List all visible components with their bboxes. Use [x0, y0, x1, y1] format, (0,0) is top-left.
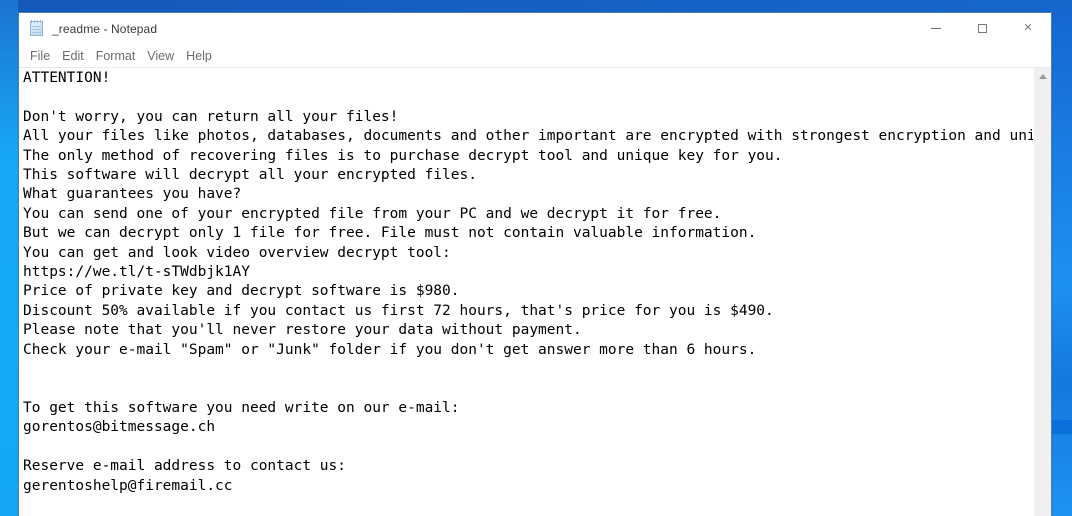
text-editor[interactable]: ATTENTION! Don't worry, you can return a…	[19, 68, 1033, 516]
notepad-icon	[28, 20, 45, 37]
title-bar-left: _readme - Notepad	[19, 20, 157, 37]
document-text: ATTENTION! Don't worry, you can return a…	[23, 69, 1033, 496]
close-button[interactable]: ✕	[1005, 13, 1051, 44]
minimize-icon	[931, 28, 941, 29]
menu-item-view[interactable]: View	[141, 47, 180, 65]
minimize-button[interactable]	[913, 13, 959, 44]
vertical-scrollbar[interactable]	[1033, 68, 1051, 516]
scrollbar-track[interactable]	[1034, 85, 1051, 516]
desktop-background: _readme - Notepad ✕ File Edit Format Vie…	[0, 0, 1072, 516]
window-title: _readme - Notepad	[52, 22, 157, 36]
title-bar[interactable]: _readme - Notepad ✕	[19, 13, 1051, 44]
wallpaper-left-strip	[0, 0, 18, 516]
menu-item-format[interactable]: Format	[90, 47, 142, 65]
chevron-up-icon	[1039, 74, 1047, 79]
maximize-button[interactable]	[959, 13, 1005, 44]
window-controls: ✕	[913, 13, 1051, 44]
menu-item-file[interactable]: File	[24, 47, 56, 65]
menu-item-edit[interactable]: Edit	[56, 47, 90, 65]
menu-item-help[interactable]: Help	[180, 47, 218, 65]
maximize-icon	[978, 24, 987, 33]
scroll-up-button[interactable]	[1034, 68, 1051, 85]
notepad-window: _readme - Notepad ✕ File Edit Format Vie…	[18, 12, 1052, 516]
editor-region: ATTENTION! Don't worry, you can return a…	[19, 67, 1051, 516]
close-icon: ✕	[1023, 23, 1032, 34]
menu-bar: File Edit Format View Help	[19, 44, 1051, 67]
